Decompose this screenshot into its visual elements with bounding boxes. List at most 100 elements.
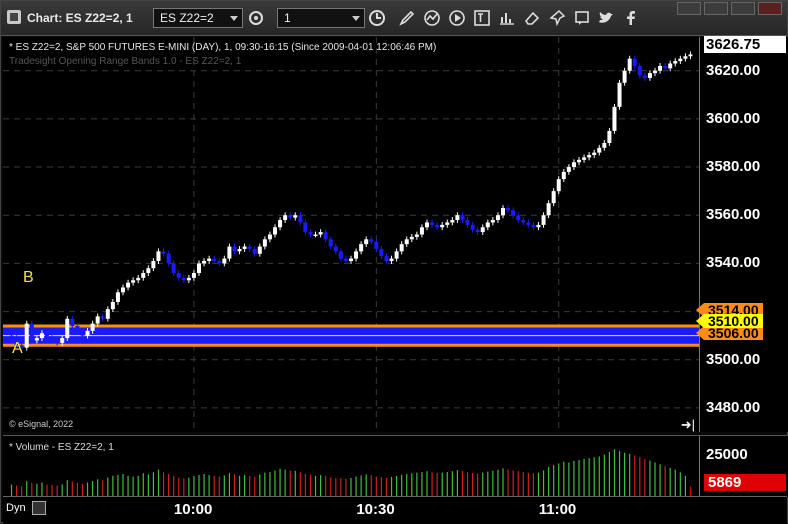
- volume-pane[interactable]: * Volume - ES Z22=2, 1: [3, 435, 699, 497]
- candle-body: [556, 179, 561, 192]
- indicator-icon[interactable]: [423, 9, 441, 27]
- candle-body: [181, 277, 186, 281]
- candle-body: [39, 333, 44, 339]
- price-tick-label: 3600.00: [706, 109, 761, 127]
- pencil-icon[interactable]: [398, 9, 416, 27]
- chevron-down-icon[interactable]: [352, 16, 360, 21]
- candle-body: [673, 61, 678, 64]
- candle-body: [207, 258, 212, 261]
- candle-body: [642, 75, 647, 78]
- twitter-icon[interactable]: [597, 9, 615, 27]
- facebook-icon[interactable]: [622, 9, 640, 27]
- settings-icon[interactable]: [247, 9, 265, 27]
- volume-axis: 25000 5869: [699, 435, 788, 497]
- candle-body: [445, 222, 450, 225]
- candle-body: [100, 316, 105, 319]
- candle-body: [227, 246, 232, 259]
- chart-header: * ES Z22=2, S&P 500 FUTURES E-MINI (DAY)…: [9, 42, 437, 53]
- candle-body: [257, 246, 262, 254]
- candle-body: [455, 215, 460, 221]
- candle-body: [95, 316, 100, 324]
- candle-body: [34, 338, 39, 341]
- candle-body: [430, 222, 435, 225]
- band-mid-tag: 3510.00: [696, 314, 763, 328]
- candle-body: [379, 248, 384, 257]
- candle-body: [678, 58, 683, 62]
- candle-body: [323, 232, 328, 240]
- last-price-tag: 3626.75: [704, 36, 786, 53]
- candle-body: [658, 65, 663, 71]
- scroll-to-end-icon[interactable]: ➜|: [681, 417, 695, 433]
- candle-body: [460, 215, 465, 221]
- price-tick-label: 3620.00: [706, 61, 761, 79]
- candle-body: [526, 222, 531, 225]
- candle-body: [566, 167, 571, 172]
- price-axis[interactable]: 3480.003500.003520.003540.003560.003580.…: [696, 36, 788, 432]
- title-bar: Chart: ES Z22=2, 1 ES Z22=2 1: [1, 1, 787, 36]
- candle-body: [121, 287, 125, 293]
- candle-body: [242, 246, 247, 249]
- candle-body: [90, 323, 95, 331]
- candle-body: [602, 142, 607, 148]
- candle-body: [105, 309, 110, 319]
- candle-body: [582, 157, 587, 160]
- volume-tick: 25000: [706, 446, 748, 463]
- time-tick-label: 10:30: [356, 501, 395, 518]
- maximize-button[interactable]: [731, 2, 755, 15]
- candle-body: [470, 224, 475, 230]
- candle-body: [176, 273, 181, 278]
- time-axis[interactable]: Dyn 10:00 10:30 11:00: [3, 496, 787, 524]
- app-icon: [7, 10, 21, 24]
- minimize-button[interactable]: [677, 2, 701, 15]
- text-icon[interactable]: [473, 9, 491, 27]
- candle-body: [298, 215, 303, 223]
- candle-body: [668, 63, 673, 69]
- bars-icon[interactable]: [498, 9, 516, 27]
- candle-body: [85, 330, 90, 336]
- candle-body: [435, 224, 440, 228]
- study-label: Tradesight Opening Range Bands 1.0 - ES …: [9, 56, 242, 67]
- candle-body: [29, 323, 34, 341]
- price-chart[interactable]: * ES Z22=2, S&P 500 FUTURES E-MINI (DAY)…: [3, 37, 699, 432]
- candle-body: [338, 251, 343, 259]
- play-icon[interactable]: [448, 9, 466, 27]
- candle-body: [632, 58, 637, 66]
- candle-body: [359, 244, 364, 252]
- restore-button[interactable]: [704, 2, 728, 15]
- candle-body: [369, 239, 374, 242]
- candle-body: [308, 232, 313, 235]
- pin-icon[interactable]: [548, 9, 566, 27]
- candle-body: [541, 215, 546, 225]
- candle-body: [389, 258, 394, 261]
- candle-body: [186, 277, 191, 281]
- candle-body: [663, 65, 668, 69]
- candle-body: [343, 258, 348, 261]
- candle-body: [354, 251, 359, 259]
- eraser-icon[interactable]: [523, 9, 541, 27]
- candle-body: [156, 251, 161, 261]
- close-button[interactable]: [758, 2, 782, 15]
- candle-body: [24, 323, 29, 348]
- notes-icon[interactable]: [573, 9, 591, 27]
- candle-body: [288, 215, 293, 218]
- interval-input[interactable]: 1: [277, 8, 365, 28]
- candle-body: [75, 326, 80, 331]
- candle-body: [55, 340, 60, 343]
- candle-body: [592, 152, 597, 156]
- dyn-settings-icon[interactable]: [32, 501, 46, 515]
- candle-body: [511, 210, 516, 216]
- label-a: A: [12, 340, 23, 357]
- clock-icon[interactable]: [368, 9, 386, 27]
- candle-body: [9, 335, 14, 339]
- chevron-down-icon[interactable]: [230, 16, 238, 21]
- candle-body: [151, 260, 156, 269]
- candle-body: [683, 56, 688, 59]
- candle-body: [252, 248, 257, 254]
- candle-body: [222, 258, 227, 264]
- candle-body: [409, 236, 414, 240]
- copyright-text: © eSignal, 2022: [9, 419, 74, 429]
- candle-body: [653, 70, 657, 74]
- candle-body: [612, 106, 617, 131]
- candle-body: [607, 130, 612, 143]
- symbol-input[interactable]: ES Z22=2: [153, 8, 243, 28]
